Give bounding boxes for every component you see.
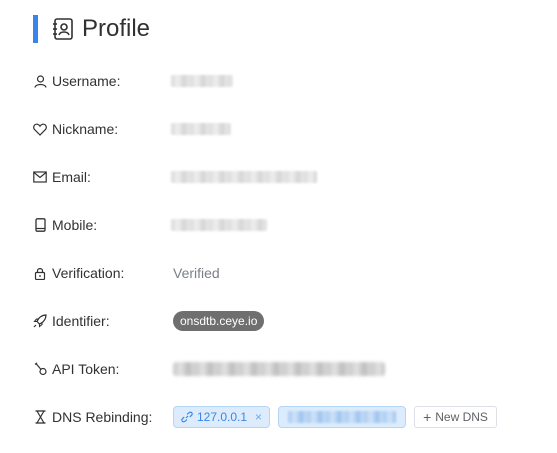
api-token-row: API Token: bbox=[33, 356, 543, 382]
contact-card-icon bbox=[52, 17, 74, 41]
lock-icon bbox=[33, 266, 47, 280]
mobile-value-redacted bbox=[171, 219, 267, 231]
dns-tag-redacted-value bbox=[288, 411, 397, 423]
mobile-row: Mobile: bbox=[33, 212, 543, 238]
dns-tag-redacted[interactable] bbox=[278, 406, 407, 428]
plus-icon: + bbox=[423, 409, 432, 425]
user-icon bbox=[33, 74, 47, 88]
nickname-label: Nickname: bbox=[33, 121, 173, 137]
email-row: Email: bbox=[33, 164, 543, 190]
mobile-label-text: Mobile: bbox=[52, 217, 98, 233]
new-dns-button-label: New DNS bbox=[435, 410, 488, 424]
verification-row: Verification: Verified bbox=[33, 260, 543, 286]
dns-tag[interactable]: 127.0.0.1 × bbox=[173, 406, 271, 428]
page-title: Profile bbox=[82, 15, 151, 42]
nickname-value-redacted bbox=[171, 123, 231, 135]
header-accent-bar bbox=[33, 15, 38, 43]
dns-tag-value: 127.0.0.1 bbox=[197, 410, 248, 424]
email-value-redacted bbox=[171, 171, 317, 183]
verification-status: Verified bbox=[173, 265, 220, 281]
email-label-text: Email: bbox=[52, 169, 91, 185]
nickname-row: Nickname: bbox=[33, 116, 543, 142]
key-icon bbox=[33, 362, 47, 376]
api-token-label-text: API Token: bbox=[52, 361, 120, 377]
hourglass-icon bbox=[33, 410, 47, 424]
username-value-redacted bbox=[171, 75, 233, 87]
identifier-label: Identifier: bbox=[33, 313, 173, 329]
api-token-value-redacted bbox=[173, 362, 385, 376]
username-label: Username: bbox=[33, 73, 173, 89]
verification-label: Verification: bbox=[33, 265, 173, 281]
username-label-text: Username: bbox=[52, 73, 121, 89]
identifier-row: Identifier: onsdtb.ceye.io bbox=[33, 308, 543, 334]
dns-rebinding-label-text: DNS Rebinding: bbox=[52, 409, 153, 425]
api-token-label: API Token: bbox=[33, 361, 173, 377]
username-row: Username: bbox=[33, 68, 543, 94]
heart-icon bbox=[33, 122, 47, 136]
dns-rebinding-row: DNS Rebinding: 127.0.0.1 × + New DNS bbox=[33, 404, 543, 430]
dns-rebinding-label: DNS Rebinding: bbox=[33, 409, 173, 425]
email-label: Email: bbox=[33, 169, 173, 185]
identifier-value-badge[interactable]: onsdtb.ceye.io bbox=[173, 311, 265, 331]
mobile-phone-icon bbox=[33, 218, 47, 232]
verification-label-text: Verification: bbox=[52, 265, 125, 281]
close-icon[interactable]: × bbox=[255, 410, 262, 424]
rocket-icon bbox=[33, 314, 47, 328]
profile-header: Profile bbox=[33, 14, 150, 44]
profile-page: Profile Username: Nickname: Email: Mobil… bbox=[0, 0, 557, 453]
mail-icon bbox=[33, 170, 47, 184]
link-icon bbox=[181, 411, 193, 423]
nickname-label-text: Nickname: bbox=[52, 121, 119, 137]
new-dns-button[interactable]: + New DNS bbox=[414, 406, 497, 428]
mobile-label: Mobile: bbox=[33, 217, 173, 233]
identifier-label-text: Identifier: bbox=[52, 313, 110, 329]
